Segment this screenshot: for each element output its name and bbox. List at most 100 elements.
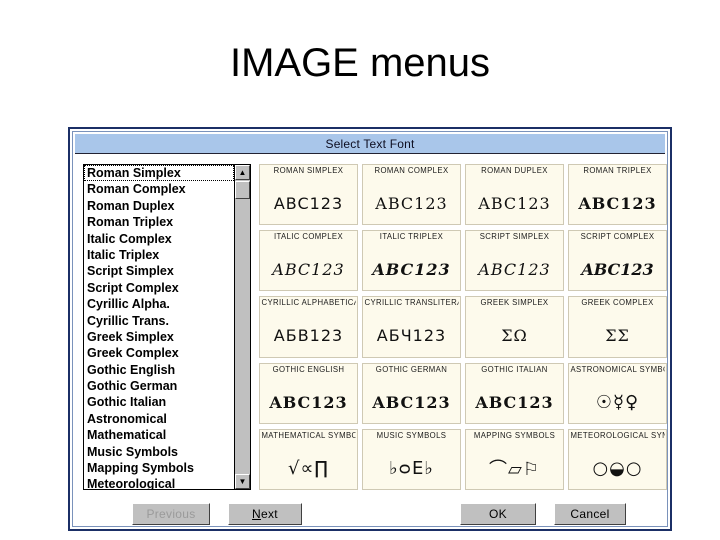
font-preview-label: GOTHIC GERMAN	[375, 364, 448, 374]
font-list-item[interactable]: Cyrillic Alpha.	[84, 296, 234, 312]
font-list-item[interactable]: Italic Triplex	[84, 247, 234, 263]
font-preview-sample: ABC123	[478, 260, 551, 280]
cancel-button[interactable]: Cancel	[554, 503, 626, 525]
font-preview-cell[interactable]: GOTHIC GERMAN ABC123	[362, 362, 461, 424]
font-preview-cell[interactable]: MAPPING SYMBOLS ⌒▱⚐	[465, 428, 564, 490]
font-preview-grid: ROMAN SIMPLEX ABC123 ROMAN COMPLEX ABC123 RO…	[259, 164, 667, 490]
font-preview-sample: ♭ᴑE♭	[389, 457, 434, 479]
font-preview-cell[interactable]: METEOROLOGICAL SYMBOLS ○◒○	[568, 428, 667, 490]
font-preview-cell[interactable]: CYRILLIC ALPHABETICAL АБВ123	[259, 296, 358, 358]
font-preview-sample: ΣΩ	[501, 326, 528, 346]
font-preview-sample: ☉☿♀	[595, 391, 640, 413]
font-preview-cell[interactable]: SCRIPT SIMPLEX ABC123	[465, 230, 564, 292]
dialog-inner-frame: Select Text Font Roman Simplex Roman Comp…	[72, 131, 668, 527]
scroll-down-icon[interactable]: ▼	[235, 474, 250, 489]
font-preview-cell[interactable]: ASTRONOMICAL SYMBOLS ☉☿♀	[568, 362, 667, 424]
font-preview-label: GOTHIC ITALIAN	[481, 364, 548, 374]
next-button-label-rest: ext	[261, 507, 278, 521]
font-preview-cell[interactable]: ITALIC TRIPLEX ABC123	[362, 230, 461, 292]
font-list-scrollbar[interactable]: ▲ ▼	[234, 165, 250, 489]
font-preview-cell[interactable]: ITALIC COMPLEX ABC123	[259, 230, 358, 292]
dialog-content: Roman Simplex Roman Complex Roman Duplex Ro…	[76, 156, 667, 525]
next-button[interactable]: Next	[228, 503, 302, 525]
font-list-item[interactable]: Script Simplex	[84, 263, 234, 279]
font-preview-sample: ABC123	[581, 260, 654, 280]
font-preview-label: SCRIPT SIMPLEX	[479, 232, 550, 242]
font-list-item[interactable]: Mathematical	[84, 427, 234, 443]
font-preview-cell[interactable]: CYRILLIC TRANSLITERAL АБЧ123	[362, 296, 461, 358]
font-list-item[interactable]: Gothic English	[84, 362, 234, 378]
font-preview-sample: ABC123	[475, 392, 554, 412]
font-list-item[interactable]: Greek Complex	[84, 345, 234, 361]
font-preview-sample: ABC123	[269, 392, 348, 412]
font-list-item[interactable]: Roman Duplex	[84, 198, 234, 214]
font-preview-label: ROMAN SIMPLEX	[273, 166, 344, 175]
font-preview-cell[interactable]: ROMAN TRIPLEX ABC123	[568, 164, 667, 226]
font-preview-cell[interactable]: MUSIC SYMBOLS ♭ᴑE♭	[362, 428, 461, 490]
font-preview-cell[interactable]: SCRIPT COMPLEX ABC123	[568, 230, 667, 292]
font-preview-sample: ΣΣ	[605, 326, 630, 346]
dialog-title: Select Text Font	[325, 136, 415, 151]
font-preview-sample: ABC123	[375, 194, 448, 214]
font-list-item[interactable]: Roman Complex	[84, 181, 234, 197]
page-title: IMAGE menus	[229, 41, 491, 85]
font-list-item[interactable]: Meteorological	[84, 476, 234, 489]
font-preview-cell[interactable]: ROMAN COMPLEX ABC123	[362, 164, 461, 226]
font-preview-cell[interactable]: MATHEMATICAL SYMBOLS √∝∏	[259, 428, 358, 490]
font-preview-label: ITALIC COMPLEX	[273, 232, 344, 242]
font-preview-label: ROMAN TRIPLEX	[583, 166, 652, 175]
dialog-title-bar: Select Text Font	[75, 134, 665, 154]
font-preview-label: CYRILLIC TRANSLITERAL	[364, 298, 459, 308]
font-preview-label: GOTHIC ENGLISH	[272, 364, 345, 374]
font-preview-label: CYRILLIC ALPHABETICAL	[261, 298, 356, 308]
font-preview-cell[interactable]: GOTHIC ENGLISH ABC123	[259, 362, 358, 424]
font-list-item[interactable]: Cyrillic Trans.	[84, 313, 234, 329]
previous-button[interactable]: Previous	[132, 503, 210, 525]
select-text-font-dialog: Select Text Font Roman Simplex Roman Comp…	[68, 127, 672, 531]
font-preview-sample: ABC123	[478, 194, 551, 214]
font-preview-sample: √∝∏	[288, 457, 329, 479]
font-preview-label: METEOROLOGICAL SYMBOLS	[570, 430, 664, 440]
font-preview-cell[interactable]: GOTHIC ITALIAN ABC123	[465, 362, 564, 424]
font-list-item[interactable]: Roman Simplex	[84, 165, 234, 182]
font-preview-label: ASTRONOMICAL SYMBOLS	[570, 364, 664, 374]
font-preview-sample: ABC123	[372, 392, 451, 412]
font-preview-cell[interactable]: ROMAN DUPLEX ABC123	[465, 164, 564, 226]
font-preview-sample: ⌒▱⚐	[489, 459, 540, 481]
scrollbar-thumb[interactable]	[235, 181, 250, 199]
font-preview-label: ROMAN DUPLEX	[481, 166, 548, 175]
dialog-button-row: Previous Next OK Cancel	[76, 498, 664, 534]
next-button-mnemonic: N	[252, 507, 262, 521]
font-preview-sample: ABC123	[272, 260, 345, 280]
font-list-item[interactable]: Italic Complex	[84, 231, 234, 247]
font-preview-sample: АБЧ123	[376, 326, 447, 346]
font-preview-cell[interactable]: GREEK SIMPLEX ΣΩ	[465, 296, 564, 358]
font-list-item[interactable]: Astronomical	[84, 411, 234, 427]
font-preview-label: GREEK COMPLEX	[581, 298, 654, 308]
font-list-item[interactable]: Mapping Symbols	[84, 460, 234, 476]
scroll-up-icon[interactable]: ▲	[235, 165, 250, 180]
font-list[interactable]: Roman Simplex Roman Complex Roman Duplex Ro…	[84, 165, 234, 489]
font-preview-label: SCRIPT COMPLEX	[580, 232, 655, 242]
font-list-item[interactable]: Music Symbols	[84, 444, 234, 460]
font-list-item[interactable]: Script Complex	[84, 280, 234, 296]
font-preview-label: ROMAN COMPLEX	[374, 166, 449, 175]
font-list-item[interactable]: Gothic Italian	[84, 394, 234, 410]
font-preview-label: GREEK SIMPLEX	[480, 298, 549, 308]
font-preview-sample: ABC123	[372, 260, 451, 280]
font-preview-cell[interactable]: ROMAN SIMPLEX ABC123	[259, 164, 358, 226]
font-preview-label: ITALIC TRIPLEX	[379, 232, 444, 242]
ok-button[interactable]: OK	[460, 503, 536, 525]
font-preview-label: MAPPING SYMBOLS	[473, 430, 556, 440]
font-preview-sample: АБВ123	[273, 326, 344, 346]
font-preview-cell[interactable]: GREEK COMPLEX ΣΣ	[568, 296, 667, 358]
font-list-item[interactable]: Roman Triplex	[84, 214, 234, 230]
font-preview-label: MUSIC SYMBOLS	[376, 430, 447, 440]
font-list-box[interactable]: Roman Simplex Roman Complex Roman Duplex Ro…	[83, 164, 251, 490]
font-list-item[interactable]: Greek Simplex	[84, 329, 234, 345]
font-preview-sample: ABC123	[578, 194, 657, 214]
font-preview-sample: ABC123	[273, 194, 344, 214]
font-preview-sample: ○◒○	[592, 457, 643, 479]
font-preview-label: MATHEMATICAL SYMBOLS	[261, 430, 355, 440]
font-list-item[interactable]: Gothic German	[84, 378, 234, 394]
